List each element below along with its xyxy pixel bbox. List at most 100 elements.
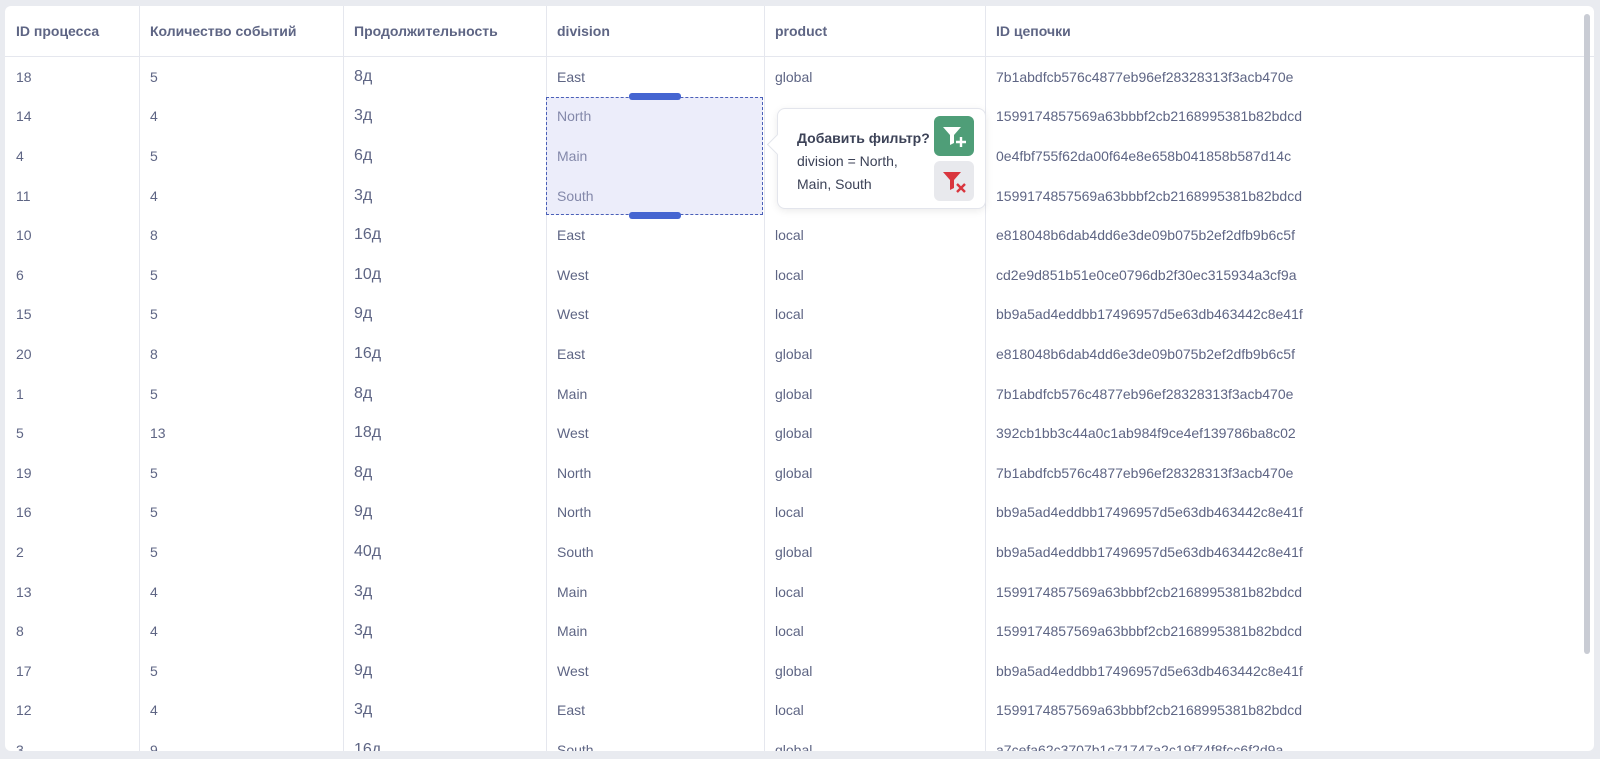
cell-chain-id[interactable]: 392cb1bb3c44a0c1ab984f9ce4ef139786ba8c02 (985, 413, 1594, 453)
cell-chain-id[interactable]: 7b1abdfcb576c4877eb96ef28328313f3acb470e (985, 453, 1594, 493)
add-filter-button[interactable] (934, 116, 974, 156)
cell-process-id[interactable]: 16 (5, 493, 139, 533)
cell-process-id[interactable]: 6 (5, 255, 139, 295)
cell-duration[interactable]: 8д (343, 374, 546, 414)
cell-event-count[interactable]: 4 (139, 176, 343, 216)
cell-product[interactable]: local (764, 572, 985, 612)
cell-event-count[interactable]: 5 (139, 453, 343, 493)
cell-event-count[interactable]: 5 (139, 57, 343, 97)
cell-process-id[interactable]: 2 (5, 532, 139, 572)
column-header-product[interactable]: product (764, 6, 985, 56)
cell-product[interactable]: global (764, 730, 985, 751)
table-row[interactable]: 1 5 8д Main global 7b1abdfcb576c4877eb96ef283… (5, 374, 1594, 414)
cell-process-id[interactable]: 4 (5, 136, 139, 176)
cell-product[interactable]: global (764, 413, 985, 453)
cell-process-id[interactable]: 3 (5, 730, 139, 751)
cell-duration[interactable]: 9д (343, 493, 546, 533)
cell-process-id[interactable]: 15 (5, 295, 139, 335)
cell-chain-id[interactable]: 7b1abdfcb576c4877eb96ef28328313f3acb470e (985, 374, 1594, 414)
cell-division[interactable]: East (546, 691, 764, 731)
cell-chain-id[interactable]: e818048b6dab4dd6e3de09b075b2ef2dfb9b6c5f (985, 215, 1594, 255)
table-row[interactable]: 13 4 3д Main local 1599174857569a63bbbf2cb216… (5, 572, 1594, 612)
column-header-process-id[interactable]: ID процесса (5, 6, 139, 56)
cell-division[interactable]: Main (546, 374, 764, 414)
cell-event-count[interactable]: 4 (139, 691, 343, 731)
cell-event-count[interactable]: 5 (139, 295, 343, 335)
cell-duration[interactable]: 18д (343, 413, 546, 453)
cell-event-count[interactable]: 4 (139, 611, 343, 651)
cell-chain-id[interactable]: bb9a5ad4eddbb17496957d5e63db463442c8e41f (985, 295, 1594, 335)
cell-event-count[interactable]: 5 (139, 651, 343, 691)
cell-division[interactable]: East (546, 215, 764, 255)
table-row[interactable]: 16 5 9д North local bb9a5ad4eddbb17496957d5e6… (5, 493, 1594, 533)
cell-process-id[interactable]: 11 (5, 176, 139, 216)
column-header-division[interactable]: division (546, 6, 764, 56)
cell-event-count[interactable]: 9 (139, 730, 343, 751)
table-row[interactable]: 10 8 16д East local e818048b6dab4dd6e3de09b07… (5, 215, 1594, 255)
cell-event-count[interactable]: 4 (139, 97, 343, 137)
column-header-chain-id[interactable]: ID цепочки (985, 6, 1594, 56)
cell-process-id[interactable]: 5 (5, 413, 139, 453)
cell-selection[interactable] (546, 97, 763, 215)
cell-duration[interactable]: 40д (343, 532, 546, 572)
cell-process-id[interactable]: 19 (5, 453, 139, 493)
cell-event-count[interactable]: 5 (139, 493, 343, 533)
cell-product[interactable]: global (764, 334, 985, 374)
cell-process-id[interactable]: 1 (5, 374, 139, 414)
table-row[interactable]: 3 9 16д South global a7cefa62c3707b1c71747a2c… (5, 730, 1594, 751)
cell-chain-id[interactable]: 1599174857569a63bbbf2cb2168995381b82bdcd (985, 176, 1594, 216)
cell-duration[interactable]: 3д (343, 572, 546, 612)
cell-process-id[interactable]: 14 (5, 97, 139, 137)
cell-event-count[interactable]: 8 (139, 334, 343, 374)
cell-division[interactable]: West (546, 651, 764, 691)
cell-division[interactable]: West (546, 295, 764, 335)
selection-handle-bottom[interactable] (629, 212, 681, 219)
cell-division[interactable]: Main (546, 611, 764, 651)
table-row[interactable]: 12 4 3д East local 1599174857569a63bbbf2cb216… (5, 691, 1594, 731)
cell-product[interactable]: local (764, 611, 985, 651)
cell-division[interactable]: East (546, 57, 764, 97)
cell-duration[interactable]: 16д (343, 334, 546, 374)
cell-duration[interactable]: 3д (343, 691, 546, 731)
table-row[interactable]: 18 5 8д East global 7b1abdfcb576c4877eb96ef28… (5, 57, 1594, 97)
table-row[interactable]: 2 5 40д South global bb9a5ad4eddbb17496957d5e… (5, 532, 1594, 572)
cell-process-id[interactable]: 17 (5, 651, 139, 691)
table-row[interactable]: 19 5 8д North global 7b1abdfcb576c4877eb96ef2… (5, 453, 1594, 493)
cell-division[interactable]: South (546, 730, 764, 751)
cell-process-id[interactable]: 13 (5, 572, 139, 612)
remove-filter-button[interactable] (934, 161, 974, 201)
cell-chain-id[interactable]: cd2e9d851b51e0ce0796db2f30ec315934a3cf9a (985, 255, 1594, 295)
table-row[interactable]: 6 5 10д West local cd2e9d851b51e0ce0796db2f30… (5, 255, 1594, 295)
cell-product[interactable]: local (764, 493, 985, 533)
table-row[interactable]: 20 8 16д East global e818048b6dab4dd6e3de09b0… (5, 334, 1594, 374)
cell-division[interactable]: Main (546, 572, 764, 612)
cell-product[interactable]: local (764, 255, 985, 295)
cell-chain-id[interactable]: a7cefa62c3707b1c71747a2c19f74f8fcc6f2d9a (985, 730, 1594, 751)
cell-chain-id[interactable]: bb9a5ad4eddbb17496957d5e63db463442c8e41f (985, 493, 1594, 533)
cell-process-id[interactable]: 8 (5, 611, 139, 651)
cell-product[interactable]: local (764, 691, 985, 731)
cell-duration[interactable]: 8д (343, 453, 546, 493)
cell-duration[interactable]: 9д (343, 295, 546, 335)
column-header-event-count[interactable]: Количество событий (139, 6, 343, 56)
cell-duration[interactable]: 10д (343, 255, 546, 295)
cell-duration[interactable]: 8д (343, 57, 546, 97)
cell-division[interactable]: West (546, 255, 764, 295)
cell-process-id[interactable]: 18 (5, 57, 139, 97)
cell-duration[interactable]: 3д (343, 97, 546, 137)
cell-chain-id[interactable]: 1599174857569a63bbbf2cb2168995381b82bdcd (985, 611, 1594, 651)
table-row[interactable]: 5 13 18д West global 392cb1bb3c44a0c1ab984f9c… (5, 413, 1594, 453)
cell-product[interactable]: global (764, 651, 985, 691)
cell-chain-id[interactable]: bb9a5ad4eddbb17496957d5e63db463442c8e41f (985, 532, 1594, 572)
cell-duration[interactable]: 16д (343, 730, 546, 751)
cell-event-count[interactable]: 5 (139, 532, 343, 572)
cell-event-count[interactable]: 4 (139, 572, 343, 612)
cell-duration[interactable]: 3д (343, 176, 546, 216)
cell-product[interactable]: local (764, 295, 985, 335)
cell-product[interactable]: global (764, 453, 985, 493)
cell-division[interactable]: South (546, 532, 764, 572)
cell-chain-id[interactable]: 1599174857569a63bbbf2cb2168995381b82bdcd (985, 97, 1594, 137)
cell-product[interactable]: global (764, 532, 985, 572)
column-header-duration[interactable]: Продолжительность (343, 6, 546, 56)
cell-chain-id[interactable]: 1599174857569a63bbbf2cb2168995381b82bdcd (985, 572, 1594, 612)
